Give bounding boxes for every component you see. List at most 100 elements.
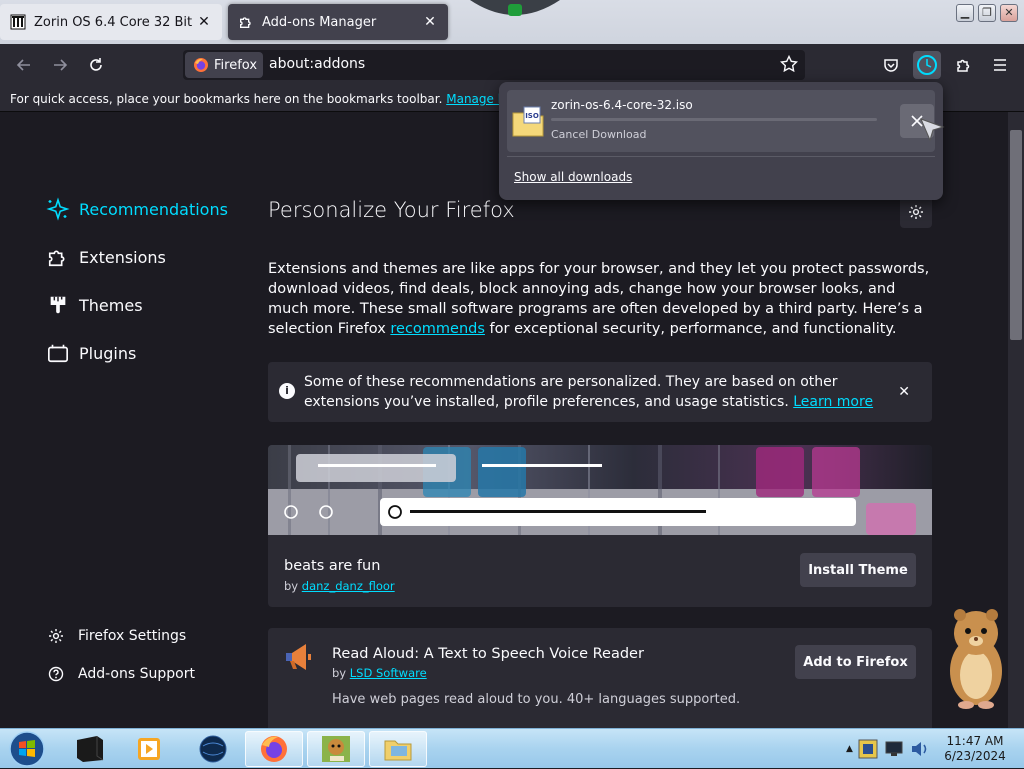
extension-author-link[interactable]: LSD Software	[350, 666, 427, 680]
extension-author-line: by LSD Software	[332, 666, 427, 680]
settings-label: Firefox Settings	[78, 628, 187, 644]
divider	[507, 156, 935, 157]
show-hidden-icons-button[interactable]: ▲	[846, 744, 853, 754]
sidebar-item-label: Extensions	[79, 247, 166, 267]
add-to-firefox-button[interactable]: Add to Firefox	[795, 645, 916, 679]
hamster-mascot-icon	[950, 609, 1002, 709]
download-status: Cancel Download	[551, 128, 647, 141]
download-item[interactable]: ISO zorin-os-6.4-core-32.iso Cancel Down…	[507, 90, 935, 152]
taskbar-browser[interactable]	[184, 731, 242, 767]
forward-button[interactable]	[46, 51, 74, 79]
app-menu-button[interactable]	[986, 51, 1014, 79]
sidebar-item-label: Plugins	[79, 343, 137, 363]
help-icon	[48, 666, 64, 682]
network-icon[interactable]	[883, 738, 905, 760]
brush-icon	[46, 293, 70, 317]
taskbar-folder[interactable]	[369, 731, 427, 767]
mouse-cursor-icon	[920, 118, 945, 142]
extension-description: Have web pages read aloud to you. 40+ la…	[332, 692, 741, 707]
download-progress-bar	[551, 118, 877, 121]
archive-site-icon	[10, 14, 26, 30]
back-button[interactable]	[10, 51, 38, 79]
sidebar-item-themes[interactable]: Themes	[46, 289, 143, 321]
puzzle-icon	[46, 245, 70, 269]
minimize-button[interactable]: ▁	[956, 4, 974, 22]
tab-close-icon[interactable]: ✕	[196, 14, 212, 30]
firefox-logo-icon	[194, 58, 208, 72]
pocket-button[interactable]	[877, 51, 905, 79]
hamburger-menu-icon	[994, 59, 1006, 71]
start-button[interactable]	[0, 731, 54, 767]
extensions-button[interactable]	[950, 51, 978, 79]
theme-author-link[interactable]: danz_danz_floor	[302, 579, 395, 593]
reload-button[interactable]	[82, 51, 110, 79]
volume-icon[interactable]	[909, 738, 931, 760]
learn-more-link[interactable]: Learn more	[793, 394, 873, 410]
theme-card: beats are fun by danz_danz_floor Install…	[268, 445, 932, 607]
page-scrollbar[interactable]	[1008, 112, 1024, 728]
tab-close-icon[interactable]: ✕	[422, 14, 438, 30]
tab-title: Add-ons Manager	[262, 14, 377, 30]
pocket-icon	[884, 59, 898, 72]
scrollbar-thumb[interactable]	[1010, 130, 1022, 340]
terminal-icon	[77, 736, 104, 762]
puzzle-icon	[957, 59, 970, 72]
globe-icon	[199, 735, 227, 763]
extension-name: Read Aloud: A Text to Speech Voice Reade…	[332, 646, 644, 662]
system-tray: ▲	[840, 729, 936, 769]
restore-button[interactable]: ❐	[978, 4, 996, 22]
identity-label: Firefox	[214, 57, 258, 73]
theme-author-line: by danz_danz_floor	[284, 579, 395, 593]
back-arrow-icon	[16, 59, 30, 71]
sidebar-item-recommendations[interactable]: Recommendations	[46, 193, 228, 225]
sidebar-item-plugins[interactable]: Plugins	[46, 337, 136, 369]
taskbar-media-player[interactable]	[120, 731, 178, 767]
taskbar-clock[interactable]: 11:47 AM 6/23/2024	[940, 734, 1010, 764]
taskbar-box-app[interactable]	[307, 731, 365, 767]
show-all-downloads-button[interactable]: Show all downloads	[514, 170, 632, 184]
bookmarks-message: For quick access, place your bookmarks h…	[10, 92, 443, 106]
sidebar-item-label: Recommendations	[79, 199, 228, 219]
tab-strip: Zorin OS 6.4 Core 32 Bit : Artyom ✕ Add-…	[0, 0, 1024, 44]
close-icon[interactable]: ✕	[898, 382, 910, 402]
by-prefix: by	[284, 579, 299, 593]
identity-box[interactable]: Firefox	[185, 52, 263, 78]
intro-part: for exceptional security, performance, a…	[489, 321, 897, 337]
tab-addons-manager[interactable]: Add-ons Manager ✕	[228, 4, 448, 40]
plugin-icon	[46, 341, 70, 365]
tray-app-icon[interactable]	[857, 738, 879, 760]
page-title: Personalize Your Firefox	[268, 198, 515, 222]
megaphone-icon	[286, 644, 311, 670]
folder-icon	[384, 740, 412, 761]
support-label: Add-ons Support	[78, 666, 195, 682]
page-options-button[interactable]	[900, 196, 932, 228]
start-orb-icon	[9, 731, 45, 767]
media-player-icon	[138, 738, 160, 760]
gear-icon	[48, 628, 64, 644]
tab-zorin-os[interactable]: Zorin OS 6.4 Core 32 Bit : Artyom ✕	[0, 4, 222, 40]
bookmark-star-icon[interactable]	[779, 54, 799, 77]
sidebar-item-label: Themes	[79, 295, 143, 315]
forward-arrow-icon	[54, 59, 68, 71]
downloads-panel: ISO zorin-os-6.4-core-32.iso Cancel Down…	[499, 82, 943, 200]
taskbar-firefox[interactable]	[245, 731, 303, 767]
reload-icon	[90, 58, 102, 71]
iso-label: ISO	[525, 112, 539, 120]
clock-time: 11:47 AM	[946, 734, 1004, 748]
sidebar-item-extensions[interactable]: Extensions	[46, 241, 166, 273]
addons-support-link[interactable]: Add-ons Support	[48, 662, 195, 686]
url-text[interactable]: about:addons	[269, 56, 365, 72]
by-prefix: by	[332, 666, 347, 680]
install-theme-button[interactable]: Install Theme	[800, 553, 916, 587]
taskbar-terminal[interactable]	[60, 731, 118, 767]
downloads-button[interactable]	[913, 51, 941, 79]
gear-icon	[909, 205, 923, 219]
taskbar: ▲ 11:47 AM 6/23/2024	[0, 728, 1024, 768]
firefox-settings-link[interactable]: Firefox Settings	[48, 624, 186, 648]
firefox-icon	[261, 736, 287, 762]
close-window-button[interactable]: ✕	[1000, 4, 1018, 22]
url-bar[interactable]: Firefox about:addons	[183, 50, 805, 80]
box-app-icon	[322, 736, 350, 762]
clock-date: 6/23/2024	[944, 749, 1006, 763]
recommends-link[interactable]: recommends	[390, 321, 485, 337]
